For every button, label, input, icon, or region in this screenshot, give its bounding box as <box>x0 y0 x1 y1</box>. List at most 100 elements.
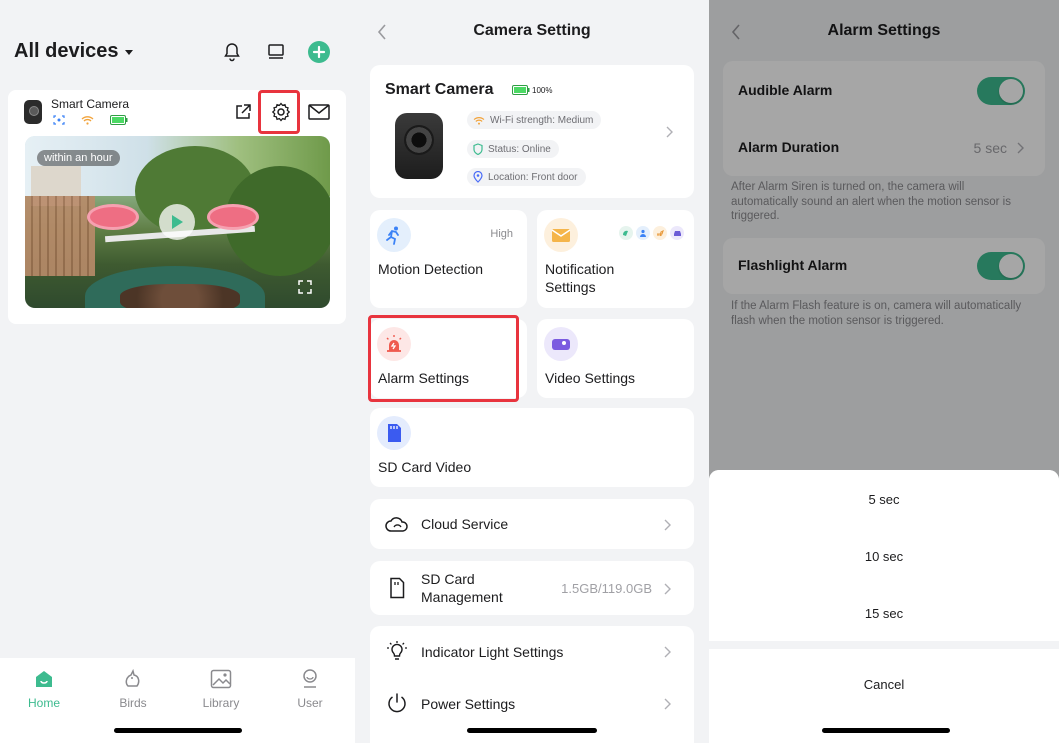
library-icon <box>208 666 234 692</box>
alarm-highlight-box <box>368 315 519 402</box>
cloud-icon <box>385 512 409 536</box>
settings-group-card: Indicator Light Settings Power Settings <box>370 626 694 743</box>
tile-label: Motion Detection <box>378 261 484 277</box>
all-devices-dropdown[interactable]: All devices <box>14 40 133 63</box>
mail-icon[interactable] <box>308 101 330 123</box>
bird-icon <box>120 666 146 692</box>
home-header: All devices <box>14 40 341 66</box>
tab-bar: Home Birds Library User <box>0 658 355 743</box>
device-name: Smart Camera <box>51 97 130 111</box>
video-fence <box>25 196 95 276</box>
duration-action-sheet: 5 sec 10 sec 15 sec Cancel <box>709 470 1059 743</box>
row-label: Cloud Service <box>421 516 509 532</box>
notification-settings-tile[interactable]: Notification Settings <box>537 210 694 308</box>
tab-user[interactable]: User <box>280 666 340 710</box>
location-pill: Location: Front door <box>467 168 586 186</box>
power-icon <box>385 691 409 715</box>
home-icon <box>31 666 57 692</box>
duration-options: 5 sec 10 sec 15 sec <box>709 470 1059 641</box>
tile-label-line: Settings <box>545 279 596 295</box>
cloud-service-row[interactable]: Cloud Service <box>370 499 694 549</box>
motion-detection-tile[interactable]: High Motion Detection <box>370 210 527 308</box>
camera-name: Smart Camera <box>385 81 494 98</box>
row-label: SD Card Management <box>421 570 503 606</box>
sd-card-outline-icon <box>385 576 409 600</box>
vehicle-icon <box>670 226 684 240</box>
location-text: Location: Front door <box>488 171 578 183</box>
status-text: Status: Online <box>488 143 551 155</box>
tab-label: Birds <box>119 696 147 710</box>
home-indicator <box>114 728 242 733</box>
video-camera-icon <box>544 327 578 361</box>
tile-label: Video Settings <box>545 370 636 386</box>
tab-home[interactable]: Home <box>14 666 74 710</box>
row-label: Indicator Light Settings <box>421 644 564 660</box>
tile-label-line: Notification <box>545 261 615 277</box>
caret-down-icon <box>124 50 133 55</box>
share-icon[interactable] <box>232 101 254 123</box>
tile-label: Notification Settings <box>545 260 614 296</box>
sd-card-icon <box>377 416 411 450</box>
duration-option-5[interactable]: 5 sec <box>709 492 1059 507</box>
device-card[interactable]: Smart Camera within an hour <box>8 90 346 324</box>
play-icon[interactable] <box>159 204 195 240</box>
sd-card-management-row[interactable]: SD Card Management 1.5GB/119.0GB <box>370 561 694 615</box>
motion-sensitivity: High <box>490 228 513 240</box>
row-label: Power Settings <box>421 696 516 712</box>
page-title: Camera Setting <box>473 22 591 39</box>
home-indicator <box>467 728 597 733</box>
tab-label: Home <box>27 696 60 710</box>
chevron-right-icon <box>664 697 672 710</box>
home-indicator <box>822 728 950 733</box>
camera-info-card[interactable]: Smart Camera 100% Wi-Fi strength: Medium… <box>370 65 694 198</box>
indicator-light-row[interactable]: Indicator Light Settings <box>370 626 694 676</box>
battery-icon <box>110 112 128 130</box>
location-pin-icon <box>473 171 483 183</box>
gear-highlight-box <box>258 90 300 134</box>
sd-storage-value: 1.5GB/119.0GB <box>561 581 652 596</box>
duration-option-10[interactable]: 10 sec <box>709 549 1059 564</box>
chevron-right-icon <box>666 125 674 138</box>
tab-label: User <box>297 696 323 710</box>
wifi-strength-text: Wi-Fi strength: Medium <box>490 114 594 126</box>
chevron-right-icon <box>664 582 672 595</box>
video-seeds <box>120 284 240 308</box>
row-label-line: Management <box>421 589 503 605</box>
user-icon <box>297 666 323 692</box>
battery-status: 100% <box>512 85 552 95</box>
tab-label: Library <box>202 696 240 710</box>
shield-icon <box>473 143 483 155</box>
bird-icon <box>619 226 633 240</box>
alarm-settings-screen: Alarm Settings Audible Alarm Alarm Durat… <box>709 0 1059 743</box>
video-cup <box>207 204 259 230</box>
row-label-line: SD Card <box>421 571 475 587</box>
battery-percent: 100% <box>532 85 553 95</box>
chevron-right-icon <box>664 645 672 658</box>
fullscreen-icon[interactable] <box>298 280 312 294</box>
wifi-icon <box>81 112 94 130</box>
device-list-icon[interactable] <box>264 40 288 64</box>
power-settings-row[interactable]: Power Settings <box>370 678 694 728</box>
live-video-preview[interactable]: within an hour <box>25 136 330 308</box>
cancel-label: Cancel <box>863 677 905 692</box>
camera-setting-screen: Camera Setting Smart Camera 100% Wi-Fi s… <box>355 0 709 743</box>
notification-envelope-icon <box>544 218 578 252</box>
status-pill: Status: Online <box>467 140 559 158</box>
sd-card-video-tile[interactable]: SD Card Video <box>370 408 694 487</box>
tile-label: SD Card Video <box>378 459 472 475</box>
video-cup <box>87 204 139 230</box>
wifi-icon <box>473 116 485 125</box>
bell-icon[interactable] <box>220 40 244 64</box>
tab-birds[interactable]: Birds <box>103 666 163 710</box>
duration-option-15[interactable]: 15 sec <box>709 606 1059 621</box>
battery-icon <box>512 85 530 95</box>
home-screen: All devices Smart Camera within an hour … <box>0 0 355 743</box>
animal-icon <box>653 226 667 240</box>
tab-library[interactable]: Library <box>191 666 251 710</box>
video-settings-tile[interactable]: Video Settings <box>537 319 694 398</box>
person-icon <box>636 226 650 240</box>
notification-type-icons <box>619 226 684 240</box>
add-icon[interactable] <box>307 40 331 64</box>
chevron-right-icon <box>664 518 672 531</box>
motion-running-icon <box>377 218 411 252</box>
